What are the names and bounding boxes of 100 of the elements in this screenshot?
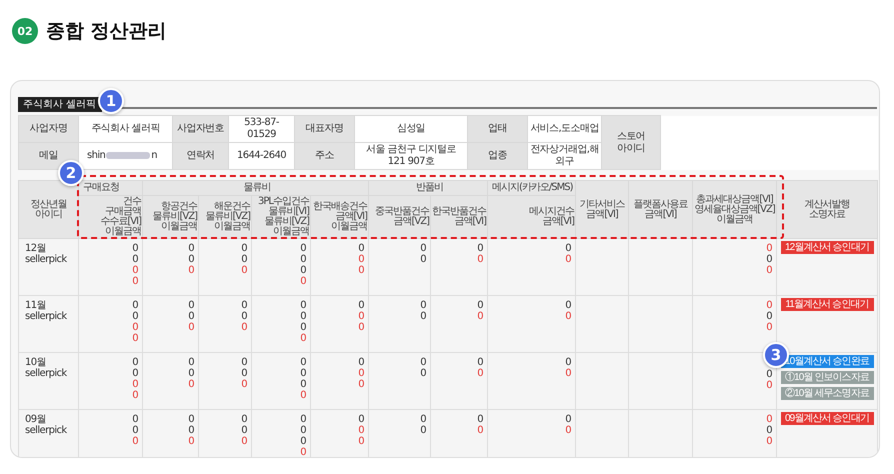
seller-id: sellerpick bbox=[25, 311, 68, 322]
column-header: 총과세대상금액[VI] 영세율대상금액[VZ] 이월금액 bbox=[694, 194, 775, 224]
cell-value: 0 bbox=[358, 311, 364, 322]
cell-value: 0 bbox=[766, 265, 772, 276]
cell-value: 0 bbox=[241, 425, 247, 436]
seller-id: sellerpick bbox=[25, 368, 68, 379]
cell-value: 0 bbox=[188, 436, 194, 447]
cell-value: 0 bbox=[358, 368, 364, 379]
cell-value: 0 bbox=[241, 311, 247, 322]
column-group-header: 반품비 bbox=[416, 182, 443, 193]
cell-value: 0 bbox=[132, 276, 138, 287]
approval-pending-button[interactable]: 09월계산서 승인대기 bbox=[780, 412, 874, 425]
cell-value: 0 bbox=[766, 300, 772, 311]
field-label: 주소 bbox=[315, 150, 334, 161]
cell-value: 0 bbox=[420, 425, 426, 436]
cell-value: 0 bbox=[132, 379, 138, 390]
cell-value: 0 bbox=[766, 369, 772, 380]
document-button[interactable]: ①10월 인보이스자료 bbox=[780, 371, 874, 384]
cell-value: 0 bbox=[188, 368, 194, 379]
cell-value: 0 bbox=[766, 425, 772, 436]
cell-value: 0 bbox=[132, 322, 138, 333]
cell-value: 0 bbox=[565, 300, 571, 311]
cell-value: 0 bbox=[188, 265, 194, 276]
cell-value: 0 bbox=[766, 254, 772, 265]
cell-value: 0 bbox=[766, 414, 772, 425]
field-label: 연락처 bbox=[186, 150, 215, 161]
redacted-mark bbox=[106, 152, 150, 159]
seller-id: sellerpick bbox=[25, 425, 68, 436]
document-button[interactable]: ②10월 세무소명자료 bbox=[780, 387, 874, 400]
field-value: 533-87-01529 bbox=[244, 117, 279, 140]
cell-value: 0 bbox=[132, 243, 138, 254]
field-value: 서비스,도소매업 bbox=[530, 123, 599, 134]
cell-value: 0 bbox=[358, 243, 364, 254]
field-label: 사업자번호 bbox=[176, 123, 224, 134]
field-label: 스토어 아이디 bbox=[616, 130, 646, 154]
cell-value: 0 bbox=[766, 322, 772, 333]
cell-value: 0 bbox=[132, 390, 138, 401]
cell-value: 0 bbox=[300, 311, 306, 322]
cell-value: 0 bbox=[300, 265, 306, 276]
cell-value: 0 bbox=[477, 414, 483, 425]
cell-value: 0 bbox=[188, 311, 194, 322]
month-label: 10월 bbox=[25, 357, 47, 368]
field-label: 업종 bbox=[488, 150, 507, 161]
column-header: 플랫폼사용료 금액[VI] bbox=[634, 198, 688, 220]
cell-value: 0 bbox=[565, 368, 571, 379]
cell-value: 0 bbox=[241, 379, 247, 390]
cell-value: 0 bbox=[241, 300, 247, 311]
field-label: 대표자명 bbox=[306, 123, 344, 134]
cell-value: 0 bbox=[188, 254, 194, 265]
cell-value: 0 bbox=[132, 357, 138, 368]
cell-value: 0 bbox=[188, 300, 194, 311]
cell-value: 0 bbox=[300, 333, 306, 344]
cell-value: 0 bbox=[241, 414, 247, 425]
field-value: 주식회사 셀러픽 bbox=[91, 123, 160, 134]
month-label: 12월 bbox=[25, 243, 47, 254]
cell-value: 0 bbox=[565, 311, 571, 322]
approval-pending-button[interactable]: 11월계산서 승인대기 bbox=[780, 298, 874, 311]
cell-value: 0 bbox=[420, 414, 426, 425]
cell-value: 0 bbox=[132, 436, 138, 447]
cell-value: 0 bbox=[477, 368, 483, 379]
cell-value: 0 bbox=[565, 254, 571, 265]
cell-value: 0 bbox=[300, 390, 306, 401]
cell-value: 0 bbox=[420, 311, 426, 322]
page-title: 종합 정산관리 bbox=[46, 19, 167, 44]
field-value: 전자상거래업,해외구 bbox=[530, 144, 599, 167]
cell-value: 0 bbox=[358, 425, 364, 436]
email-end: n bbox=[151, 150, 158, 161]
column-header: 한국반품건수 금액[VI] bbox=[432, 206, 486, 227]
cell-value: 0 bbox=[300, 414, 306, 425]
cell-value: 0 bbox=[132, 311, 138, 322]
cell-value: 0 bbox=[241, 243, 247, 254]
cell-value: 0 bbox=[300, 447, 306, 457]
cell-value: 0 bbox=[241, 265, 247, 276]
cell-value: 0 bbox=[420, 254, 426, 265]
cell-value: 0 bbox=[132, 414, 138, 425]
cell-value: 0 bbox=[766, 380, 772, 391]
cell-value: 0 bbox=[300, 300, 306, 311]
cell-value: 0 bbox=[477, 425, 483, 436]
cell-value: 0 bbox=[565, 414, 571, 425]
cell-value: 0 bbox=[241, 368, 247, 379]
cell-value: 0 bbox=[358, 357, 364, 368]
field-value: 심성일 bbox=[396, 123, 426, 134]
column-header: 해운건수 물류비[VZ] 이월금액 bbox=[206, 201, 250, 232]
column-header: 한국배송건수 금액[VI] 이월금액 bbox=[313, 201, 367, 232]
cell-value: 0 bbox=[477, 254, 483, 265]
column-header: 건수 구매금액 수수료[VI] 이월금액 bbox=[100, 196, 141, 237]
cell-value: 0 bbox=[241, 357, 247, 368]
cell-value: 0 bbox=[477, 300, 483, 311]
month-label: 09월 bbox=[25, 414, 47, 425]
cell-value: 0 bbox=[188, 425, 194, 436]
cell-value: 0 bbox=[420, 300, 426, 311]
cell-value: 0 bbox=[766, 243, 772, 254]
cell-value: 0 bbox=[188, 414, 194, 425]
cell-value: 0 bbox=[241, 322, 247, 333]
column-group-header: 구매요청 bbox=[83, 182, 119, 193]
cell-value: 0 bbox=[358, 414, 364, 425]
approval-pending-button[interactable]: 12월계산서 승인대기 bbox=[780, 241, 874, 254]
column-header: 중국반품건수 금액[VZ] bbox=[375, 206, 429, 227]
cell-value: 0 bbox=[477, 311, 483, 322]
field-value: 1644-2640 bbox=[236, 150, 286, 161]
